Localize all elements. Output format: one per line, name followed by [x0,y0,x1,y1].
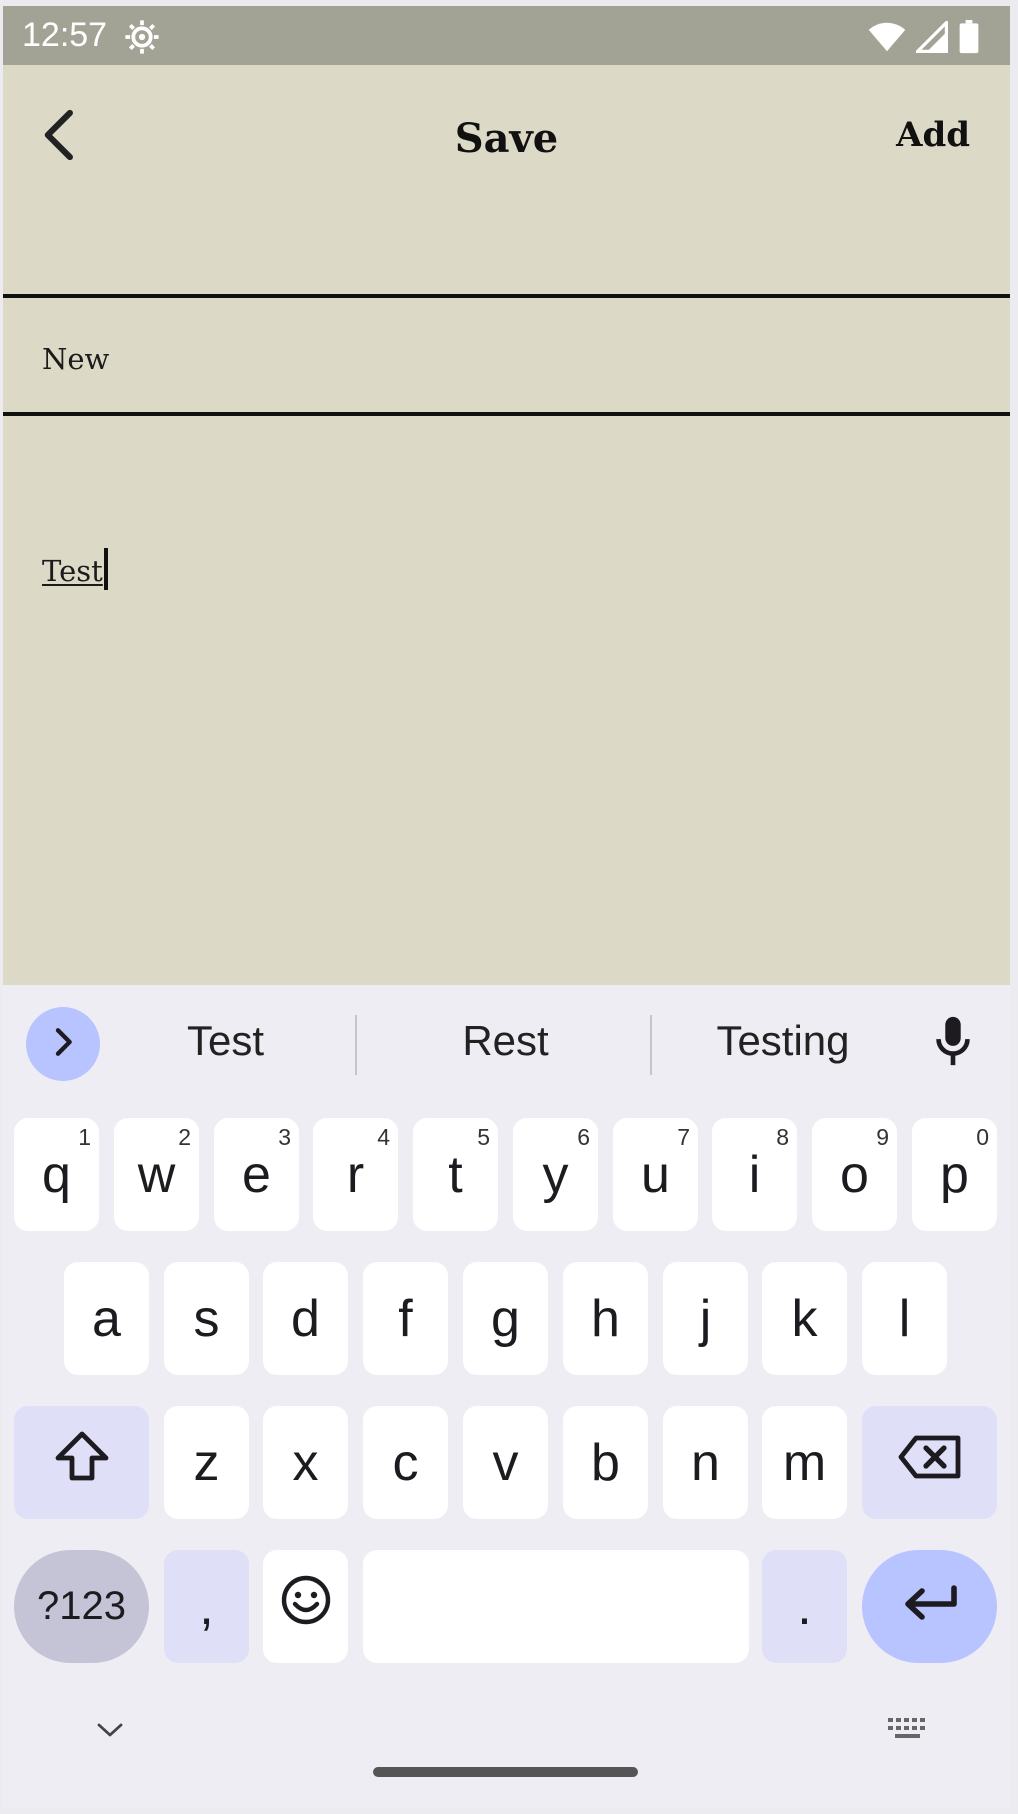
key-c[interactable]: c [363,1406,448,1519]
key-q[interactable]: q1 [14,1118,99,1231]
enter-arrow-icon [902,1577,958,1637]
comma-key[interactable]: , [164,1550,249,1663]
key-m[interactable]: m [762,1406,847,1519]
keyboard-switch-icon[interactable] [887,1717,929,1741]
key-b[interactable]: b [563,1406,648,1519]
key-j[interactable]: j [663,1262,748,1375]
key-f[interactable]: f [363,1262,448,1375]
add-button[interactable]: Add [896,115,970,155]
key-n[interactable]: n [663,1406,748,1519]
suggestion-strip: Test Rest Testing [3,985,1010,1095]
key-r[interactable]: r4 [313,1118,398,1231]
status-time: 12:57 [22,16,108,54]
microphone-icon [933,1015,973,1074]
page-title: Save [454,115,559,162]
backspace-key[interactable] [862,1406,997,1519]
status-icons [868,18,980,59]
hide-keyboard-chevron-icon[interactable] [95,1720,125,1740]
key-h[interactable]: h [563,1262,648,1375]
note-body-field[interactable]: Test [3,418,1010,988]
chevron-right-icon [50,1027,76,1062]
voice-input-button[interactable] [923,1011,983,1077]
note-title-value: New [42,342,110,376]
key-y[interactable]: y6 [513,1118,598,1231]
phone-screen: 12:57 Save Add New Test Test Rest Testin… [3,6,1010,1808]
backspace-icon [898,1433,962,1493]
key-s[interactable]: s [164,1262,249,1375]
note-title-field[interactable]: New [3,298,1010,414]
key-e[interactable]: e3 [214,1118,299,1231]
suggestion-1[interactable]: Test [133,1017,318,1065]
key-v[interactable]: v [463,1406,548,1519]
key-k[interactable]: k [762,1262,847,1375]
key-g[interactable]: g [463,1262,548,1375]
gesture-home-bar[interactable] [373,1767,638,1777]
soft-keyboard: Test Rest Testing q1 w2 e3 r4 t5 y6 u7 i… [3,985,1010,1808]
key-d[interactable]: d [263,1262,348,1375]
key-i[interactable]: i8 [712,1118,797,1231]
battery-icon [958,20,980,59]
key-t[interactable]: t5 [413,1118,498,1231]
enter-key[interactable] [862,1550,997,1663]
key-z[interactable]: z [164,1406,249,1519]
cellular-signal-icon [913,18,948,58]
emoji-key[interactable] [263,1550,348,1663]
key-p[interactable]: p0 [912,1118,997,1231]
toolbar-expand-button[interactable] [26,1007,100,1081]
smiley-face-icon [280,1574,332,1639]
key-u[interactable]: u7 [613,1118,698,1231]
period-key[interactable]: . [762,1550,847,1663]
suggestion-3[interactable]: Testing [683,1017,883,1065]
suggestion-divider [650,1015,652,1075]
key-l[interactable]: l [862,1262,947,1375]
key-o[interactable]: o9 [812,1118,897,1231]
key-x[interactable]: x [263,1406,348,1519]
shift-key[interactable] [14,1406,149,1519]
suggestion-divider [355,1015,357,1075]
key-w[interactable]: w2 [114,1118,199,1231]
title-divider-bottom [3,412,1010,416]
symbols-key[interactable]: ?123 [14,1550,149,1663]
status-bar: 12:57 [3,6,1010,65]
app-bar: Save Add [3,65,1010,215]
key-a[interactable]: a [64,1262,149,1375]
suggestion-2[interactable]: Rest [408,1017,603,1065]
shift-arrow-icon [54,1430,110,1495]
settings-gear-icon [123,18,161,56]
note-body-value: Test [42,554,103,588]
wifi-icon [868,21,906,58]
space-bar[interactable] [363,1550,749,1663]
text-cursor [104,548,108,590]
